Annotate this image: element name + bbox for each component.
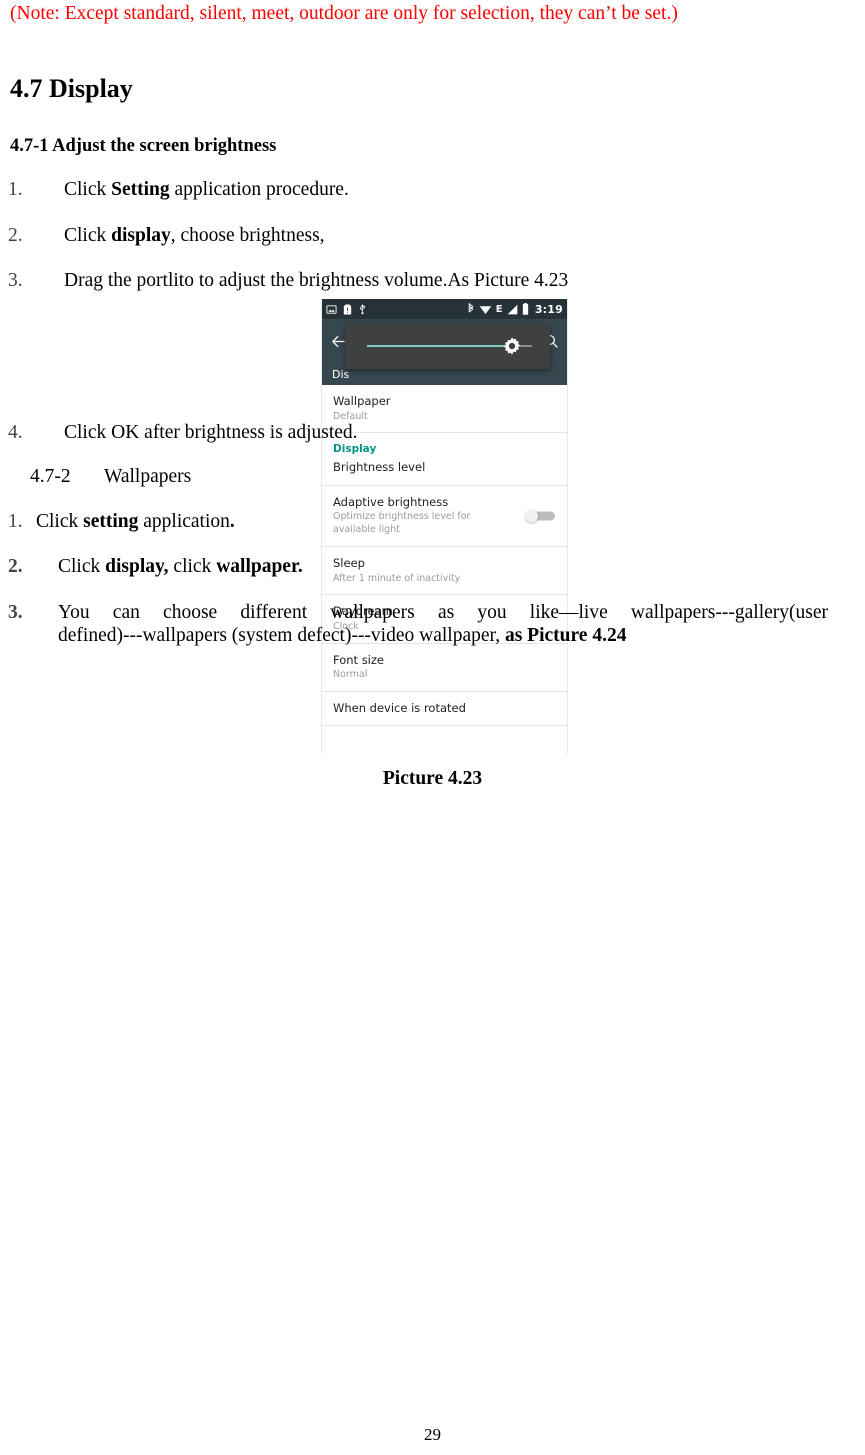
settings-row-when-device-is-rotated[interactable]: When device is rotated (322, 692, 567, 727)
row-title: Wallpaper (333, 394, 391, 408)
brightness-slider-panel[interactable] (345, 324, 550, 369)
edge-network-label: E (495, 303, 503, 315)
settings-row-font-size[interactable]: Font size Normal (322, 644, 567, 692)
subsection-1-title: 4.7-1 Adjust the screen brightness (10, 136, 277, 157)
list-item: 2. Click display, click wallpaper. (8, 555, 857, 578)
list-item: 1. Click setting application. (8, 510, 857, 533)
row-title: Adaptive brightness (333, 494, 449, 509)
figure-caption: Picture 4.23 (382, 768, 483, 789)
step-text-bold: Setting (111, 179, 170, 201)
step-text-bold-2: wallpaper. (216, 556, 303, 578)
status-bar-clock: 3:19 (534, 302, 563, 316)
android-status-bar: E 3:19 (322, 299, 567, 319)
step-text: Click setting application. (36, 510, 857, 533)
step-text-pre: Click (64, 224, 112, 246)
step-number: 4. (8, 421, 23, 443)
step-text-pre: Click (36, 510, 84, 532)
list-item: 1. Click Setting application procedure. (8, 178, 857, 201)
status-bar-right-icons: E 3:19 (467, 303, 563, 316)
row-subtitle: Normal (333, 669, 368, 681)
step-number: 1. (8, 179, 23, 201)
steps-list-1: 1. Click Setting application procedure. … (8, 178, 857, 292)
step-text-post: , choose brightness, (170, 224, 325, 246)
image-icon (326, 304, 337, 315)
battery-icon (522, 303, 529, 315)
note-text: (Note: Except standard, silent, meet, ou… (10, 3, 678, 24)
list-item: 4. Click OK after brightness is adjusted… (8, 421, 857, 444)
step-text-pre: Click (58, 556, 106, 578)
subsection-2-title: Wallpapers (104, 465, 192, 487)
step-number: 1. (8, 510, 23, 532)
step-text: Click Setting application procedure. (64, 178, 857, 201)
step-number: 2. (8, 556, 23, 578)
usb-icon (358, 303, 367, 315)
step-text-post: application (138, 510, 230, 532)
step-text-bold: display (111, 224, 171, 246)
step-text-line2: defined)---wallpapers (system defect)---… (58, 624, 828, 647)
bluetooth-icon (467, 303, 475, 315)
step-number: 2. (8, 224, 23, 246)
settings-row-brightness-level[interactable]: Brightness level (322, 455, 567, 486)
step-text-line2-pre: defined)---wallpapers (system defect)---… (58, 625, 505, 647)
step-text: Click display, click wallpaper. (58, 555, 857, 578)
step-text-bold: display, (105, 556, 169, 578)
step-text-line2-bold: as Picture 4.24 (504, 625, 627, 647)
row-title: When device is rotated (333, 700, 466, 715)
step-text-tail-bold: . (229, 510, 235, 532)
step-number: 3. (8, 601, 23, 623)
brightness-icon[interactable] (503, 337, 521, 355)
brightness-slider-track[interactable] (367, 337, 532, 355)
page-number: 29 (424, 1425, 441, 1444)
step-text: You can choose different wallpapers as y… (58, 601, 828, 648)
row-title: Font size (333, 652, 384, 667)
list-item: 2. Click display, choose brightness, (8, 224, 857, 247)
step-number: 3. (8, 270, 23, 292)
manual-page: (Note: Except standard, silent, meet, ou… (0, 0, 865, 1455)
section-title: 4.7 Display (10, 74, 133, 104)
sim-card-alert-icon (343, 303, 352, 315)
row-title: Brightness level (333, 460, 426, 475)
wifi-icon (479, 304, 492, 315)
step-text-post: application procedure. (169, 179, 349, 201)
step-text: Drag the portlito to adjust the brightne… (64, 270, 569, 292)
subsection-2-number: 4.7-2 (30, 465, 71, 487)
list-item: 3. Drag the portlito to adjust the brigh… (8, 269, 857, 292)
signal-icon (507, 304, 518, 315)
step-text-pre: Click (64, 179, 112, 201)
step-text: Click display, choose brightness, (64, 224, 857, 247)
steps-list-2: 4. Click OK after brightness is adjusted… (8, 421, 857, 444)
list-item: 3. You can choose different wallpapers a… (8, 601, 857, 648)
brightness-slider-fill (367, 345, 513, 347)
status-bar-left-icons (326, 303, 367, 315)
step-text-line1: You can choose different wallpapers as y… (58, 601, 828, 623)
step-text-post: click (168, 556, 217, 578)
step-text: Click OK after brightness is adjusted. (64, 421, 358, 443)
step-text-bold: setting (83, 510, 139, 532)
